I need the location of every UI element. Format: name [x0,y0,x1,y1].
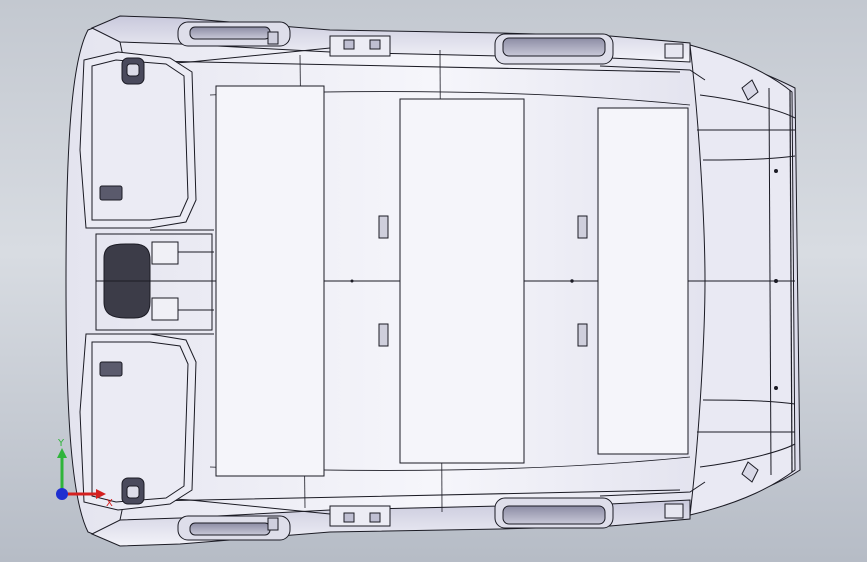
grab-handle-bottom-rear [494,497,614,529]
panel-front [215,85,325,477]
cad-viewport[interactable]: Y X [0,0,867,562]
grab-handle-top-rear [494,33,614,65]
y-axis-label: Y [57,438,65,449]
clip-bracket-bottom [329,505,391,527]
rear-header-panel [689,44,796,516]
headliner-model[interactable] [0,0,867,562]
z-axis-dot [56,488,68,500]
panel-rear [597,107,689,455]
view-orientation-triad[interactable]: Y X [44,436,116,508]
grab-handle-bottom-front [177,515,291,541]
grab-handle-top-front [177,21,291,47]
panel-middle [399,98,525,464]
x-axis-label: X [106,498,113,508]
clip-bracket-top [329,35,391,57]
